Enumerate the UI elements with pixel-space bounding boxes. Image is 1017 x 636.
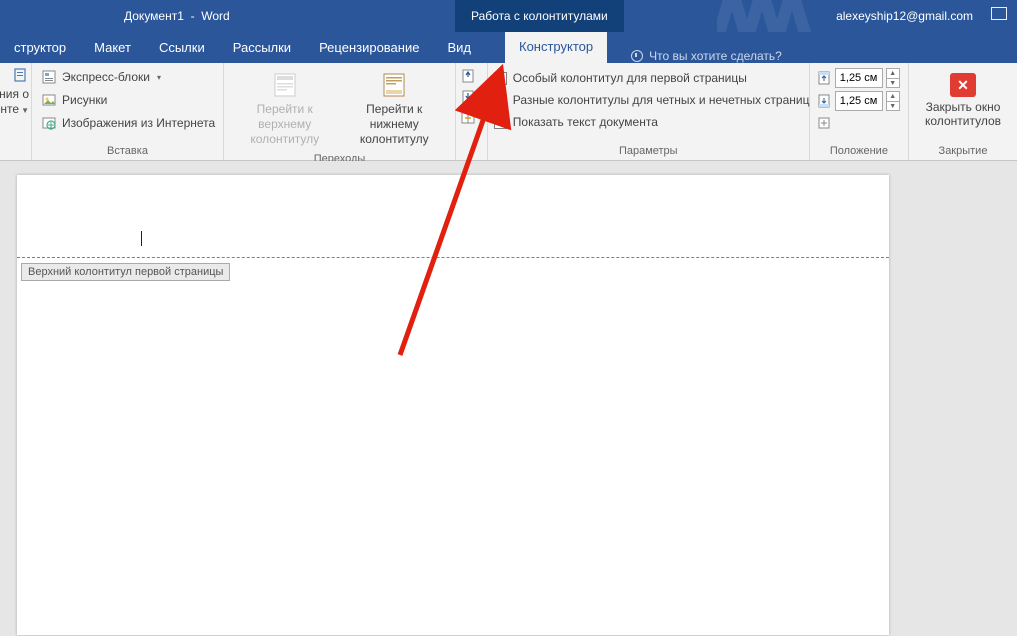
goto-footer-button[interactable]: Перейти к нижнему колонтитулу bbox=[340, 67, 450, 151]
goto-header-icon bbox=[269, 71, 301, 99]
group-position-label: Положение bbox=[810, 143, 908, 160]
contextual-tab-title: Работа с колонтитулами bbox=[455, 0, 624, 32]
tab-layout[interactable]: Макет bbox=[80, 33, 145, 63]
pictures-icon bbox=[41, 92, 57, 108]
title-bar: Документ1 - Word Работа с колонтитулами … bbox=[0, 0, 1017, 32]
insert-alignment-tab-icon[interactable] bbox=[816, 115, 832, 131]
online-pictures-button[interactable]: Изображения из Интернета bbox=[38, 113, 218, 133]
link-previous-icon[interactable] bbox=[460, 110, 476, 126]
group-nav-links bbox=[456, 63, 488, 160]
tab-mailings[interactable]: Рассылки bbox=[219, 33, 305, 63]
group-navigation: Перейти к верхнему колонтитулу Перейти к… bbox=[224, 63, 456, 160]
different-first-page-checkbox[interactable]: ✓ Особый колонтитул для первой страницы bbox=[494, 69, 810, 87]
next-section-icon[interactable] bbox=[460, 89, 476, 105]
quick-parts-icon bbox=[41, 69, 57, 85]
quick-parts-button[interactable]: Экспресс-блоки▾ bbox=[38, 67, 218, 87]
header-from-top-spinner[interactable]: 1,25 см ▲▼ bbox=[816, 68, 900, 88]
group-close-label: Закрытие bbox=[909, 143, 1017, 160]
checkbox-checked-icon: ✓ bbox=[494, 116, 507, 129]
document-page[interactable]: Верхний колонтитул первой страницы bbox=[17, 175, 889, 635]
header-section-tag: Верхний колонтитул первой страницы bbox=[21, 263, 230, 281]
spinner-arrows[interactable]: ▲▼ bbox=[886, 91, 900, 111]
checkbox-unchecked-icon bbox=[494, 94, 507, 107]
checkbox-checked-icon: ✓ bbox=[494, 72, 507, 85]
footer-from-bottom-spinner[interactable]: 1,25 см ▲▼ bbox=[816, 91, 900, 111]
footer-position-icon bbox=[816, 93, 832, 109]
ribbon-tabs: структор Макет Ссылки Рассылки Рецензиро… bbox=[0, 32, 1017, 63]
tab-links[interactable]: Ссылки bbox=[145, 33, 219, 63]
previous-section-icon[interactable] bbox=[460, 68, 476, 84]
document-title: Документ1 - Word bbox=[124, 9, 230, 23]
show-document-text-checkbox[interactable]: ✓ Показать текст документа bbox=[494, 113, 810, 131]
ribbon: ения о менте▼ Экспресс-блоки▾ Рисунки bbox=[0, 63, 1017, 161]
header-from-top-value[interactable]: 1,25 см bbox=[835, 68, 883, 88]
pictures-button[interactable]: Рисунки bbox=[38, 90, 218, 110]
text-cursor bbox=[141, 231, 142, 246]
spinner-arrows[interactable]: ▲▼ bbox=[886, 68, 900, 88]
different-odd-even-checkbox[interactable]: Разные колонтитулы для четных и нечетных… bbox=[494, 91, 810, 109]
group-close: ✕ Закрыть окно колонтитулов Закрытие bbox=[909, 63, 1017, 160]
tab-design-active[interactable]: Конструктор bbox=[505, 32, 607, 63]
online-pictures-icon bbox=[41, 115, 57, 131]
ribbon-display-options-icon[interactable] bbox=[991, 7, 1007, 20]
group-position: 1,25 см ▲▼ 1,25 см ▲▼ Положение bbox=[810, 63, 909, 160]
close-header-footer-button[interactable]: ✕ Закрыть окно колонтитулов bbox=[915, 67, 1011, 129]
group-partial-left: ения о менте▼ bbox=[0, 63, 32, 160]
footer-from-bottom-value[interactable]: 1,25 см bbox=[835, 91, 883, 111]
group-insert: Экспресс-блоки▾ Рисунки Изображения из И… bbox=[32, 63, 224, 160]
goto-header-button: Перейти к верхнему колонтитулу bbox=[230, 67, 340, 151]
tell-me-search[interactable]: Что вы хотите сделать? bbox=[619, 49, 794, 63]
tab-view[interactable]: Вид bbox=[433, 33, 485, 63]
group-options: ✓ Особый колонтитул для первой страницы … bbox=[488, 63, 810, 160]
goto-footer-icon bbox=[378, 71, 410, 99]
close-x-icon: ✕ bbox=[950, 73, 976, 97]
document-info-icon bbox=[13, 67, 29, 83]
group-options-label: Параметры bbox=[488, 143, 809, 160]
header-position-icon bbox=[816, 70, 832, 86]
header-boundary bbox=[17, 257, 889, 258]
group-insert-label: Вставка bbox=[32, 143, 223, 160]
lightbulb-icon bbox=[631, 50, 643, 62]
document-workspace[interactable]: Верхний колонтитул первой страницы bbox=[0, 161, 1017, 636]
tab-partial-constructor[interactable]: структор bbox=[0, 33, 80, 63]
tab-review[interactable]: Рецензирование bbox=[305, 33, 433, 63]
user-email[interactable]: alexeyship12@gmail.com bbox=[836, 9, 973, 23]
